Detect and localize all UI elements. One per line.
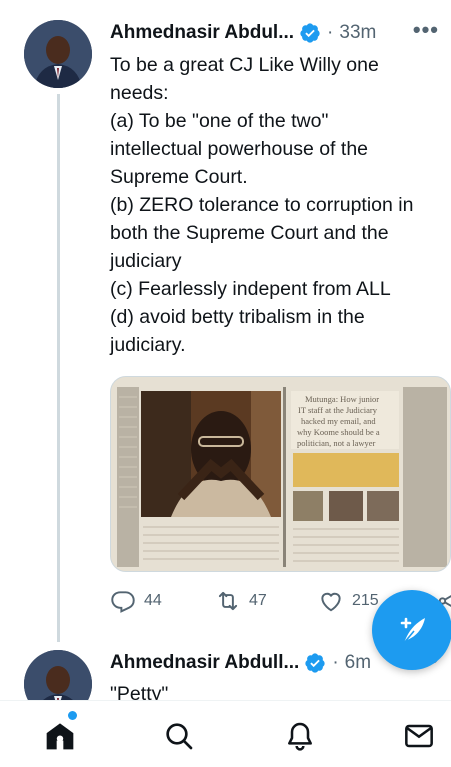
tweet-text-line: (b) ZERO tolerance to corruption in (110, 194, 414, 216)
like-button[interactable]: 215 (318, 588, 379, 614)
tweet-text-line: needs: (110, 82, 169, 104)
tweet-text: To be a great CJ Like Willy one needs: (… (110, 51, 445, 359)
retweet-count: 47 (249, 592, 267, 609)
headline-line: hacked my email, and (301, 416, 376, 426)
tweet-text-line: intellectual powerhouse of the (110, 138, 369, 160)
tweet-text: "Petty" (110, 680, 445, 700)
tweet-text-line: judiciary (110, 250, 182, 272)
tweet-text-line: judiciary. (110, 334, 186, 356)
like-count: 215 (352, 592, 379, 609)
home-icon (46, 723, 74, 750)
tweet-text-line: To be a great CJ Like Willy one (110, 54, 379, 76)
bell-icon (288, 722, 312, 751)
thread-connector (57, 94, 60, 642)
tweet-text-line: "Petty" (110, 683, 169, 700)
headline-line: why Koome should be a (297, 427, 380, 437)
reply-button[interactable]: 44 (110, 588, 162, 614)
tweet[interactable]: Ahmednasir Abdul... · 33m ••• To be a gr… (0, 0, 451, 642)
feather-plus-icon (400, 617, 425, 644)
tweet-text-line: (d) avoid betty tribalism in the (110, 306, 365, 328)
tab-messages[interactable] (402, 719, 436, 753)
tab-notifications[interactable] (283, 719, 317, 753)
verified-badge-icon (305, 653, 325, 673)
timestamp[interactable]: 6m (345, 652, 371, 674)
retweet-icon (218, 591, 238, 611)
compose-tweet-button[interactable] (372, 590, 451, 670)
tweet-text-line: Supreme Court. (110, 166, 248, 188)
tweet-text-line: (a) To be "one of the two" (110, 110, 329, 132)
reply-count: 44 (144, 592, 162, 609)
headline-line: Mutunga: How junior (305, 394, 379, 404)
heart-icon (321, 592, 341, 612)
author-name[interactable]: Ahmednasir Abdull... (110, 652, 299, 674)
retweet-button[interactable]: 47 (215, 588, 267, 614)
avatar[interactable] (24, 650, 92, 700)
tab-home[interactable] (43, 719, 77, 753)
avatar[interactable] (24, 20, 92, 88)
mail-icon (405, 724, 433, 748)
timestamp[interactable]: 33m (339, 22, 376, 44)
more-options-icon[interactable]: ••• (413, 19, 439, 41)
tweet-text-line: both the Supreme Court and the (110, 222, 389, 244)
newspaper-photo: Mutunga: How junior IT staff at the Judi… (111, 377, 450, 571)
headline-line: politician, not a lawyer (297, 438, 376, 448)
headline-line: IT staff at the Judiciary (298, 405, 378, 415)
separator-dot: · (327, 22, 334, 43)
separator-dot: · (332, 652, 339, 673)
search-icon (166, 723, 193, 750)
tab-search[interactable] (162, 719, 196, 753)
bottom-tab-bar (0, 700, 451, 767)
author-name[interactable]: Ahmednasir Abdul... (110, 22, 294, 44)
verified-badge-icon (300, 23, 320, 43)
tweet-media-image[interactable]: Mutunga: How junior IT staff at the Judi… (110, 376, 451, 572)
tweet-header: Ahmednasir Abdul... · 33m ••• (110, 19, 439, 47)
new-content-badge (68, 711, 77, 720)
tweet-text-line: (c) Fearlessly indepent from ALL (110, 278, 391, 300)
reply-icon (111, 591, 135, 613)
